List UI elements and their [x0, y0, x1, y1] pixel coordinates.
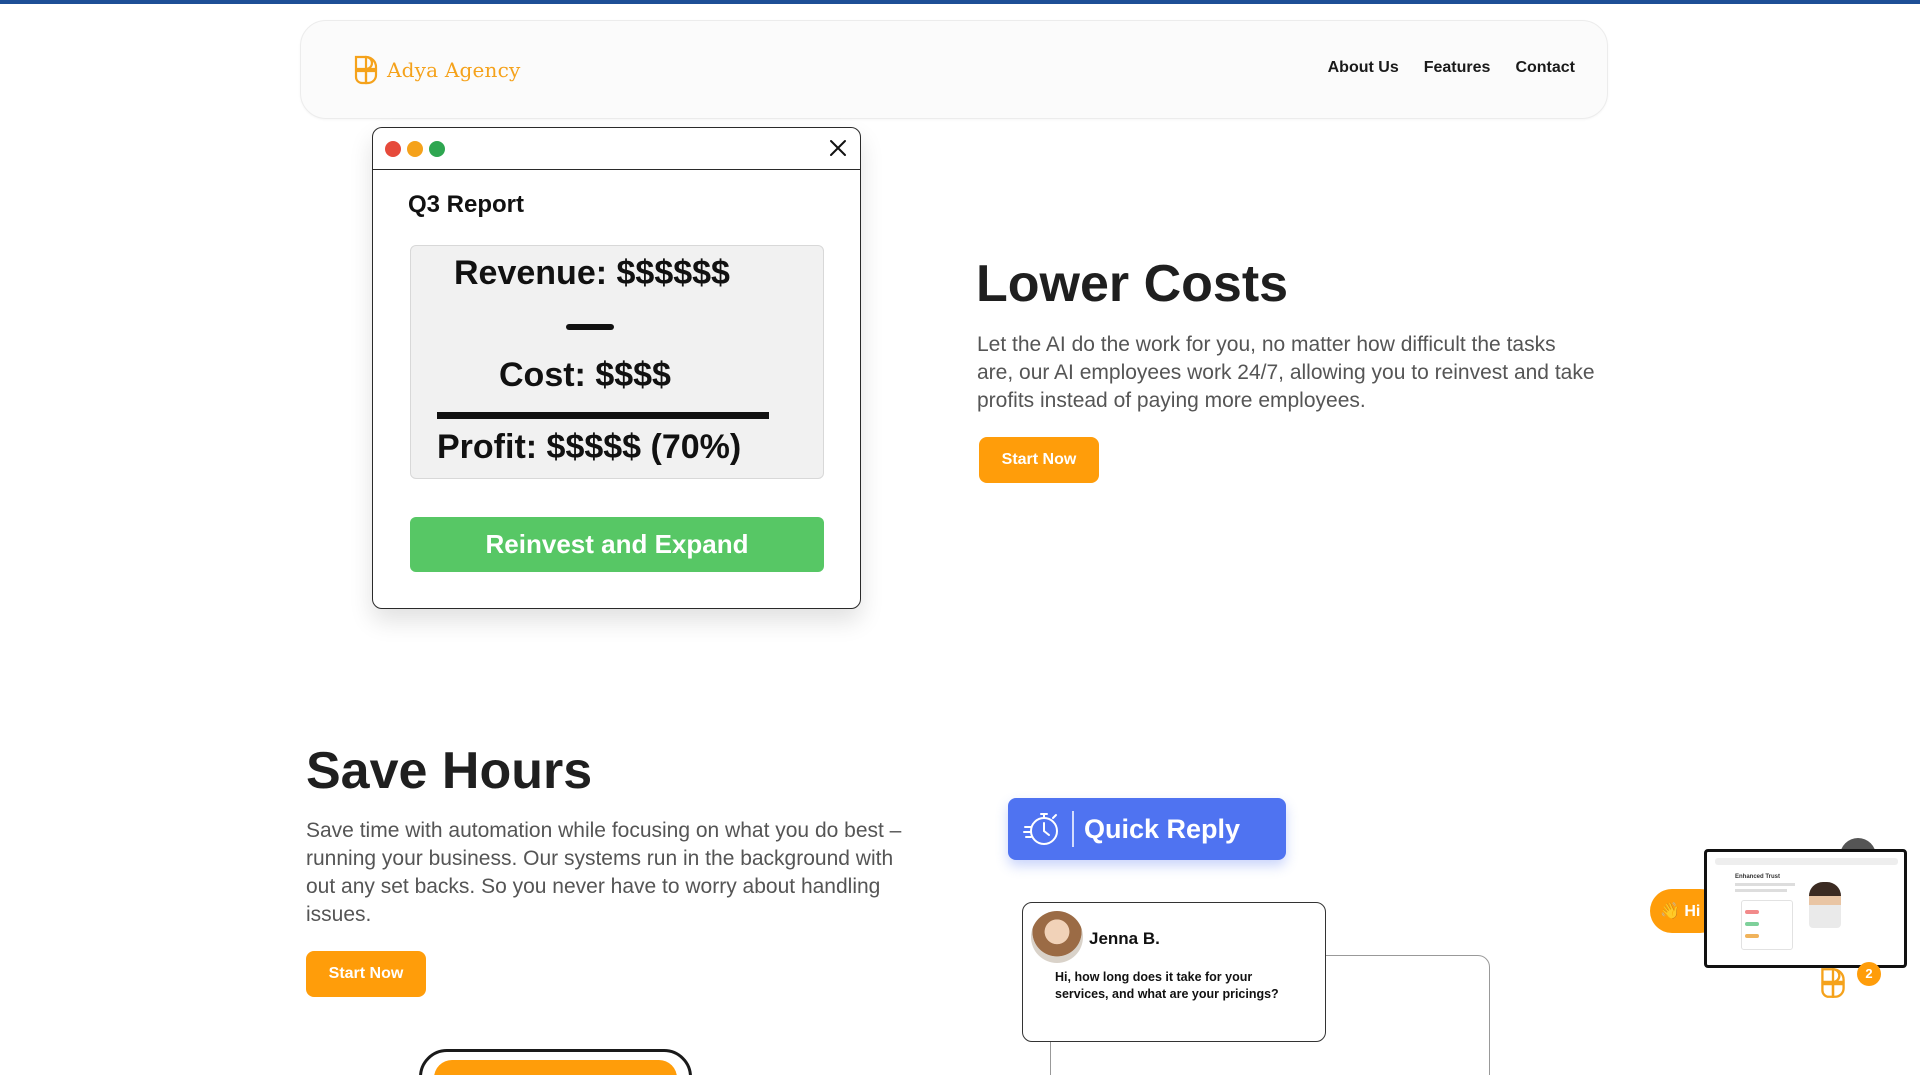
quick-reply-badge: Quick Reply: [1008, 798, 1286, 860]
q3-report-illustration: Q3 Report Revenue: $$$$$$ Cost: $$$$ Pro…: [372, 127, 861, 609]
lower-costs-start-now-button[interactable]: Start Now: [979, 437, 1099, 483]
site-preview-popup[interactable]: Enhanced Trust: [1704, 849, 1907, 968]
preview-text-line: [1735, 889, 1787, 892]
save-hours-start-now-button[interactable]: Start Now: [306, 951, 426, 997]
profit-line: Profit: $$$$$ (70%): [437, 428, 742, 466]
sum-divider: [437, 412, 769, 419]
adya-logo-icon[interactable]: [1815, 965, 1851, 1001]
preview-chip: [1745, 934, 1759, 938]
report-calculation: Revenue: $$$$$$ Cost: $$$$ Profit: $$$$$…: [410, 245, 824, 479]
revenue-line: Revenue: $$$$$$: [454, 254, 730, 292]
window-titlebar: [373, 128, 860, 170]
nav-link-about-us[interactable]: About Us: [1328, 59, 1399, 77]
nav-link-contact[interactable]: Contact: [1515, 59, 1575, 77]
brand-logo[interactable]: Adya Agency: [353, 53, 521, 87]
nav-links: About Us Features Contact: [1328, 59, 1575, 77]
nav-link-features[interactable]: Features: [1424, 59, 1491, 77]
quick-reply-label: Quick Reply: [1084, 813, 1241, 844]
minus-sign: [566, 324, 614, 330]
top-accent-strip: [0, 0, 1920, 4]
partial-illustration-pill: [419, 1049, 692, 1075]
window-maximize-dot: [429, 141, 445, 157]
chat-sender-name: Jenna B.: [1089, 929, 1160, 948]
close-icon: [830, 140, 846, 156]
brand-name: Adya Agency: [387, 58, 521, 82]
window-close-dot: [385, 141, 401, 157]
notification-badge: 2: [1857, 962, 1881, 986]
cost-line: Cost: $$$$: [499, 356, 671, 394]
preview-text-line: [1735, 883, 1795, 886]
save-hours-description: Save time with automation while focusing…: [306, 819, 902, 926]
lower-costs-description: Let the AI do the work for you, no matte…: [977, 333, 1595, 412]
preview-title: Enhanced Trust: [1735, 874, 1781, 880]
lower-costs-heading: Lower Costs: [976, 255, 1289, 313]
partial-illustration-pill-fill: [434, 1060, 677, 1075]
quick-reply-separator: [1072, 811, 1074, 847]
navbar: Adya Agency About Us Features Contact: [300, 20, 1608, 119]
adya-logo-icon: [354, 55, 378, 85]
save-hours-heading: Save Hours: [306, 742, 593, 800]
avatar: [1031, 911, 1083, 963]
preview-person-image: [1809, 882, 1841, 928]
stopwatch-icon: [1023, 813, 1058, 845]
window-minimize-dot: [407, 141, 423, 157]
preview-chip: [1745, 922, 1759, 926]
reinvest-and-expand-button[interactable]: Reinvest and Expand: [410, 517, 824, 572]
chat-message-text: Hi, how long does it take for your servi…: [1055, 970, 1279, 1001]
preview-nav-bar: [1715, 858, 1898, 865]
preview-chip: [1745, 910, 1759, 914]
report-title: Q3 Report: [408, 191, 525, 218]
chat-message-card: Jenna B. Hi, how long does it take for y…: [1022, 902, 1326, 1042]
